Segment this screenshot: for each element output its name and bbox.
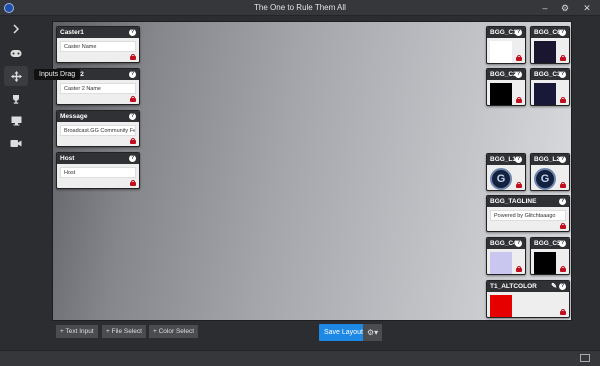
color-card-bgg-c1[interactable]: BGG_C1? (486, 26, 526, 64)
color-swatch[interactable] (534, 83, 556, 105)
color-swatch[interactable] (490, 41, 512, 63)
color-swatch[interactable] (534, 41, 556, 63)
card-title: Message? (57, 111, 139, 122)
color-card-bgg-c5[interactable]: BGG_C5? (530, 237, 570, 275)
lock-icon[interactable] (130, 54, 136, 60)
help-icon[interactable]: ? (559, 29, 566, 36)
help-icon[interactable]: ? (515, 240, 522, 247)
sidebar-video-camera-icon[interactable] (4, 133, 28, 153)
sidebar (0, 16, 34, 350)
lock-icon[interactable] (516, 55, 522, 61)
lock-icon[interactable] (516, 266, 522, 272)
caster2-name-field[interactable]: Caster 2 Name (60, 83, 136, 94)
status-bar (0, 350, 600, 366)
edit-icon[interactable]: ✎ (551, 282, 557, 290)
help-icon[interactable]: ? (559, 198, 566, 205)
lock-icon[interactable] (560, 97, 566, 103)
close-button[interactable]: ✕ (578, 0, 596, 16)
sidebar-monitor-icon[interactable] (4, 111, 28, 131)
color-card-bgg-c6[interactable]: BGG_C6? (530, 26, 570, 64)
lock-icon[interactable] (560, 182, 566, 188)
tagline-field[interactable]: Powered by Glitchtaaago (490, 210, 566, 221)
sidebar-move-drag-icon[interactable] (4, 66, 28, 86)
card-title: BGG_C5? (531, 238, 569, 249)
add-text-input-button[interactable]: + Text Input (56, 325, 98, 338)
lock-icon[interactable] (516, 182, 522, 188)
sidebar-expand-chevron-icon[interactable] (4, 19, 28, 39)
logo-image[interactable]: G (490, 168, 512, 190)
add-file-select-button[interactable]: + File Select (102, 325, 146, 338)
caster1-name-field[interactable]: Caster Name (60, 41, 136, 52)
add-color-select-button[interactable]: + Color Select (149, 325, 199, 338)
help-icon[interactable]: ? (559, 156, 566, 163)
window-title: The One to Rule Them All (254, 3, 346, 12)
settings-gear-icon[interactable]: ⚙ (556, 0, 574, 16)
card-title: BGG_C1? (487, 27, 525, 38)
caret-down-icon: ▾ (374, 328, 379, 337)
save-layout-button[interactable]: Save Layout (319, 324, 368, 341)
image-card-bgg-l1[interactable]: BGG_L1? G (486, 153, 526, 191)
help-icon[interactable]: ? (515, 156, 522, 163)
layout-canvas: Caster1? Caster Name Caster2? Caster 2 N… (52, 21, 572, 321)
color-swatch[interactable] (534, 252, 556, 274)
lock-icon[interactable] (130, 180, 136, 186)
tooltip-inputs-drag: Inputs Drag (34, 69, 81, 80)
sidebar-trophy-icon[interactable] (4, 89, 28, 109)
lock-icon[interactable] (130, 96, 136, 102)
bottom-toolbar: + Text Input + File Select + Color Selec… (52, 321, 572, 343)
color-card-bgg-c2[interactable]: BGG_C2? (486, 68, 526, 106)
color-card-t1-altcolor[interactable]: T1_ALTCOLOR ✎? (486, 280, 570, 318)
help-icon[interactable]: ? (129, 71, 136, 78)
card-title: BGG_C6? (531, 27, 569, 38)
card-title: BGG_C4? (487, 238, 525, 249)
input-card-host[interactable]: Host? Host (56, 152, 140, 189)
color-card-bgg-c4[interactable]: BGG_C4? (486, 237, 526, 275)
card-title: BGG_L2? (531, 154, 569, 165)
card-title: Caster1? (57, 27, 139, 38)
color-swatch[interactable] (490, 295, 512, 317)
card-title: BGG_C2? (487, 69, 525, 80)
card-title: BGG_C3? (531, 69, 569, 80)
minimize-button[interactable]: – (536, 0, 554, 16)
help-icon[interactable]: ? (559, 240, 566, 247)
help-icon[interactable]: ? (129, 113, 136, 120)
window-titlebar: The One to Rule Them All – ⚙ ✕ (0, 0, 600, 16)
message-field[interactable]: Broadcast.GG Community Fe... (60, 125, 136, 136)
card-title: Host? (57, 153, 139, 164)
screen-status-icon[interactable] (580, 354, 590, 362)
help-icon[interactable]: ? (129, 155, 136, 162)
image-card-bgg-l2[interactable]: BGG_L2? G (530, 153, 570, 191)
input-card-message[interactable]: Message? Broadcast.GG Community Fe... (56, 110, 140, 147)
input-card-bgg-tagline[interactable]: BGG_TAGLINE? Powered by Glitchtaaago (486, 195, 570, 232)
input-card-caster1[interactable]: Caster1? Caster Name (56, 26, 140, 63)
help-icon[interactable]: ? (559, 71, 566, 78)
help-icon[interactable]: ? (515, 29, 522, 36)
help-icon[interactable]: ? (129, 29, 136, 36)
sidebar-gamepad-icon[interactable] (4, 43, 28, 63)
lock-icon[interactable] (560, 266, 566, 272)
logo-image[interactable]: G (534, 168, 556, 190)
lock-icon[interactable] (560, 309, 566, 315)
card-title: T1_ALTCOLOR ✎? (487, 281, 569, 292)
help-icon[interactable]: ? (515, 71, 522, 78)
lock-icon[interactable] (516, 97, 522, 103)
lock-icon[interactable] (560, 55, 566, 61)
lock-icon[interactable] (130, 138, 136, 144)
host-field[interactable]: Host (60, 167, 136, 178)
layout-settings-button[interactable]: ⚙▾ (363, 324, 383, 341)
color-card-bgg-c3[interactable]: BGG_C3? (530, 68, 570, 106)
lock-icon[interactable] (560, 223, 566, 229)
card-title: BGG_TAGLINE? (487, 196, 569, 207)
color-swatch[interactable] (490, 252, 512, 274)
color-swatch[interactable] (490, 83, 512, 105)
card-title: BGG_L1? (487, 154, 525, 165)
help-icon[interactable]: ? (559, 283, 566, 290)
